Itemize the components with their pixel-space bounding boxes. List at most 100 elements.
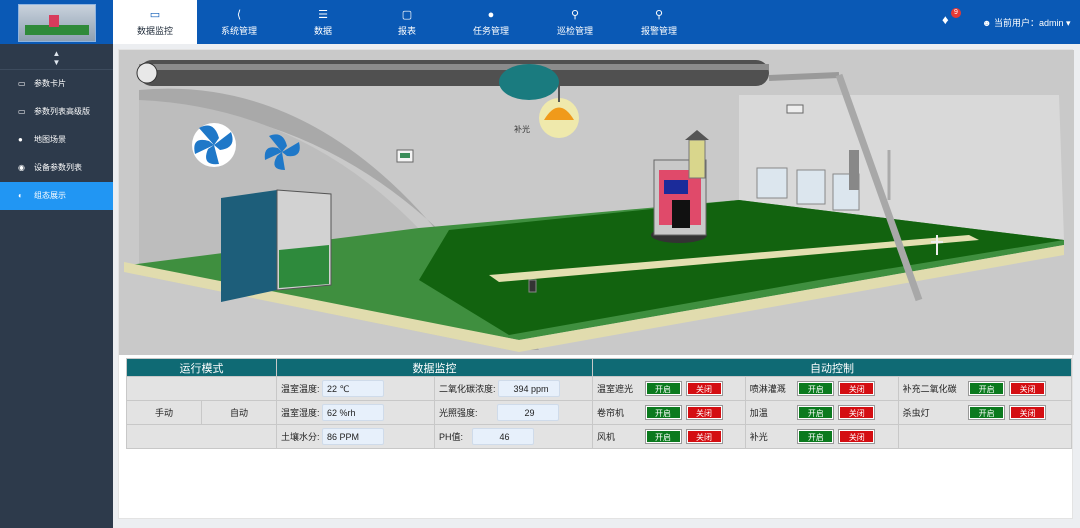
sidebar-item-label: 设备参数列表 bbox=[34, 163, 82, 172]
shade-off-button[interactable]: 关闭 bbox=[685, 381, 723, 396]
user-label: 当前用户：admin bbox=[994, 18, 1064, 28]
reading-cell: 二氧化碳浓度: 394 ppm bbox=[434, 376, 593, 401]
reading-cell: PH值: 46 bbox=[434, 424, 593, 449]
list-icon: ☰ bbox=[318, 9, 328, 21]
control-label: 加温 bbox=[749, 408, 768, 418]
reading-cell: 土壤水分: 86 PPM bbox=[276, 424, 435, 449]
nav-tab-data[interactable]: ☰ 数据 bbox=[281, 0, 365, 44]
mode-auto-button[interactable]: 自动 bbox=[201, 400, 277, 425]
sidebar-item-label: 组态展示 bbox=[34, 191, 66, 200]
nav-tab-data-monitor[interactable]: ▭ 数据监控 bbox=[113, 0, 197, 44]
user-menu[interactable]: ☻ 当前用户：admin ▾ bbox=[982, 16, 1071, 29]
top-pipe bbox=[139, 60, 769, 86]
ph-value: 46 bbox=[471, 428, 534, 445]
mode-empty-cell bbox=[126, 424, 277, 449]
map-pin-icon: ● bbox=[18, 135, 23, 144]
gear-icon: ◉ bbox=[18, 163, 25, 172]
fan-off-button[interactable]: 关闭 bbox=[685, 429, 723, 444]
roller-on-button[interactable]: 开启 bbox=[644, 405, 682, 420]
blower bbox=[499, 64, 559, 100]
nav-tab-reports[interactable]: ▢ 报表 bbox=[365, 0, 449, 44]
nav-tab-inspection-management[interactable]: ⚲ 巡检管理 bbox=[533, 0, 617, 44]
sidebar-item-map-scene[interactable]: ● 地图场景 bbox=[0, 126, 113, 154]
control-label: 喷淋灌溉 bbox=[749, 384, 786, 394]
reading-label: 二氧化碳浓度: bbox=[439, 384, 496, 394]
nav-tab-alarm-management[interactable]: ⚲ 报警管理 bbox=[617, 0, 701, 44]
auto-control-header: 自动控制 bbox=[592, 358, 1072, 377]
supplement-light-on-button[interactable]: 开启 bbox=[797, 429, 835, 444]
control-cell: 喷淋灌溉 开启 关闭 bbox=[744, 376, 899, 401]
machine-door bbox=[672, 200, 690, 228]
nav-tab-label: 报警管理 bbox=[640, 26, 677, 36]
top-pipe-highlight bbox=[139, 64, 769, 70]
greenhouse-scene: 补光 bbox=[119, 50, 1074, 355]
control-cell: 卷帘机 开启 关闭 bbox=[592, 400, 746, 425]
mode-empty-cell bbox=[126, 376, 277, 401]
top-navigation-bar: ▭ 数据监控 ⟨ 系统管理 ☰ 数据 ▢ 报表 ● 任务管理 ⚲ 巡检管理 ⚲ … bbox=[0, 0, 1080, 44]
shutter-1 bbox=[756, 167, 788, 199]
sidebar-item-param-cards[interactable]: ▭ 参数卡片 bbox=[0, 70, 113, 98]
machine-screen bbox=[664, 180, 688, 194]
sidebar-item-device-param-list[interactable]: ◉ 设备参数列表 bbox=[0, 154, 113, 182]
supplement-light-off-button[interactable]: 关闭 bbox=[838, 429, 876, 444]
control-cell: 温室遮光 开启 关闭 bbox=[592, 376, 746, 401]
nav-tab-system-management[interactable]: ⟨ 系统管理 bbox=[197, 0, 281, 44]
collapse-toggle-icon[interactable]: ▲ ▼ bbox=[0, 44, 113, 70]
reading-label: 温室湿度: bbox=[281, 408, 320, 418]
roller-off-button[interactable]: 关闭 bbox=[685, 405, 723, 420]
control-cell: 补充二氧化碳 开启 关闭 bbox=[897, 376, 1073, 401]
reading-label: 温室温度: bbox=[281, 384, 320, 394]
control-label: 卷帘机 bbox=[597, 408, 625, 418]
wall-fan-icon bbox=[192, 123, 236, 167]
reading-label: 土壤水分: bbox=[281, 432, 320, 442]
insect-lamp bbox=[688, 139, 706, 179]
sidebar-item-config-display[interactable]: ◐ 组态展示 bbox=[0, 182, 113, 210]
control-label: 补充二氧化碳 bbox=[902, 384, 957, 394]
fan-on-button[interactable]: 开启 bbox=[644, 429, 682, 444]
nav-tab-label: 报表 bbox=[397, 26, 416, 36]
co2-value: 394 ppm bbox=[498, 380, 561, 397]
reading-cell: 光照强度: 29 bbox=[434, 400, 593, 425]
shutter-2 bbox=[796, 169, 826, 205]
control-cell: 补光 开启 关闭 bbox=[744, 424, 899, 449]
nav-tab-label: 任务管理 bbox=[472, 26, 509, 36]
co2-off-button[interactable]: 关闭 bbox=[1009, 381, 1047, 396]
insect-lamp-off-button[interactable]: 关闭 bbox=[1009, 405, 1047, 420]
mode-manual-button[interactable]: 手动 bbox=[126, 400, 202, 425]
sidebar-item-label: 参数列表高级版 bbox=[34, 107, 90, 116]
share-icon: ⟨ bbox=[236, 9, 242, 21]
main-content: 补光 运行模式 数据监控 自动控制 温室温度: 22 ℃ 二氧化碳浓度: 394… bbox=[113, 44, 1080, 528]
control-label: 风机 bbox=[597, 432, 616, 442]
control-cell: 加温 开启 关闭 bbox=[744, 400, 899, 425]
humidity-value: 62 %rh bbox=[322, 404, 385, 421]
greenhouse-scene-panel: 补光 运行模式 数据监控 自动控制 温室温度: 22 ℃ 二氧化碳浓度: 394… bbox=[118, 49, 1074, 519]
temperature-value: 22 ℃ bbox=[322, 380, 385, 397]
sensor-screen bbox=[400, 153, 410, 158]
shade-on-button[interactable]: 开启 bbox=[644, 381, 682, 396]
sprinkler-on-button[interactable]: 开启 bbox=[797, 381, 835, 396]
sidebar-item-param-list-advanced[interactable]: ▭ 参数列表高级版 bbox=[0, 98, 113, 126]
pipe-fixture bbox=[849, 150, 859, 190]
user-icon: ☻ bbox=[982, 18, 992, 28]
control-cell: 风机 开启 关闭 bbox=[592, 424, 746, 449]
sprinkler-off-button[interactable]: 关闭 bbox=[838, 381, 876, 396]
co2-on-button[interactable]: 开启 bbox=[968, 381, 1006, 396]
light-intensity-value: 29 bbox=[496, 404, 559, 421]
control-table: 运行模式 数据监控 自动控制 温室温度: 22 ℃ 二氧化碳浓度: 394 pp… bbox=[126, 358, 1073, 449]
heating-on-button[interactable]: 开启 bbox=[797, 405, 835, 420]
soil-moisture-value: 86 PPM bbox=[322, 428, 385, 445]
nav-tab-label: 数据监控 bbox=[136, 26, 173, 36]
heating-off-button[interactable]: 关闭 bbox=[838, 405, 876, 420]
soil-sensor bbox=[528, 279, 537, 293]
insect-lamp-on-button[interactable]: 开启 bbox=[968, 405, 1006, 420]
control-cell: 杀虫灯 开启 关闭 bbox=[897, 400, 1073, 425]
sidebar-item-label: 参数卡片 bbox=[34, 79, 66, 88]
greenhouse-thumbnail-logo[interactable] bbox=[18, 4, 96, 42]
users-icon: ● bbox=[487, 9, 495, 21]
pie-chart-icon: ◐ bbox=[18, 191, 23, 200]
nav-tab-task-management[interactable]: ● 任务管理 bbox=[449, 0, 533, 44]
data-monitor-header: 数据监控 bbox=[276, 358, 593, 377]
control-empty-cell bbox=[897, 424, 1073, 449]
reading-label: 光照强度: bbox=[439, 408, 478, 418]
nav-tab-label: 巡检管理 bbox=[556, 26, 593, 36]
